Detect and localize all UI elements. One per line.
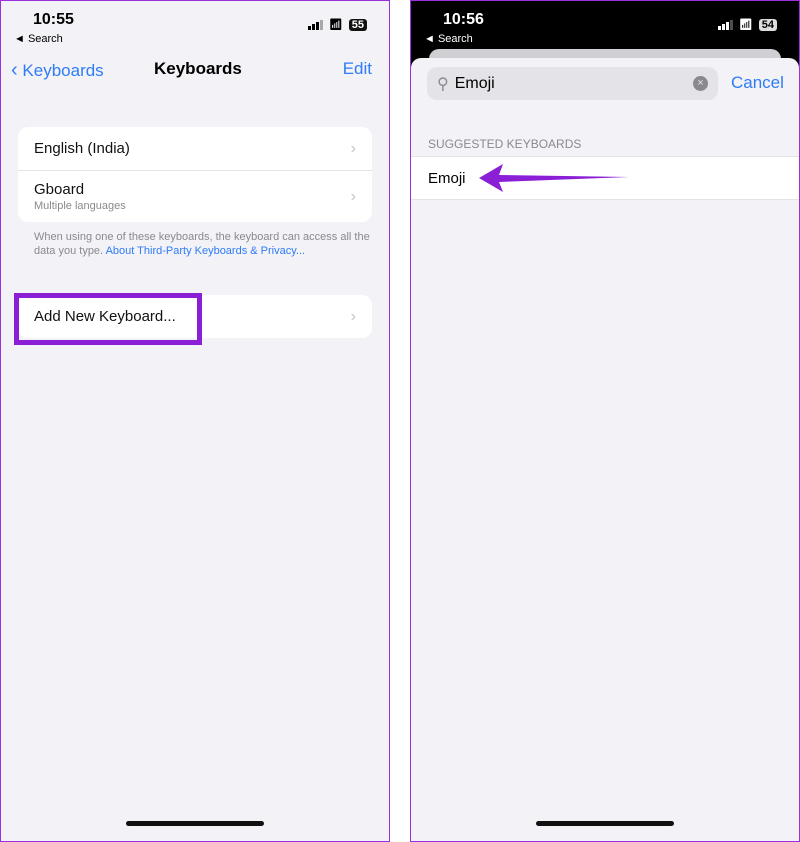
left-screen: 10:55 ◄ Search 📶︎ 55 ‹ Keyboards Keyboar… [0, 0, 390, 842]
battery-icon: 55 [348, 18, 367, 31]
wifi-icon: 📶︎ [738, 19, 753, 31]
keyboard-item-gboard[interactable]: Gboard Multiple languages › [18, 171, 372, 222]
privacy-footnote: When using one of these keyboards, the k… [34, 230, 381, 258]
cancel-button[interactable]: Cancel [731, 73, 784, 93]
signal-icon [307, 19, 323, 30]
page-title: Keyboards [154, 59, 242, 78]
status-time: 10:56 [443, 11, 484, 28]
battery-icon: 54 [758, 18, 777, 31]
keyboard-label: English (India) [34, 140, 130, 157]
keyboard-item-english[interactable]: English (India) › [18, 127, 372, 171]
signal-icon [717, 19, 733, 30]
back-to-search[interactable]: ◄ Search [14, 33, 63, 45]
wifi-icon: 📶︎ [328, 19, 343, 31]
keyboard-sublabel: Multiple languages [34, 200, 126, 212]
status-icons: 📶︎ 55 [307, 18, 367, 31]
keyboards-list: English (India) › Gboard Multiple language… [18, 127, 372, 222]
chevron-right-icon: › [350, 187, 356, 205]
chevron-left-icon: ‹ [11, 59, 18, 81]
status-icons: 📶︎ 54 [717, 18, 777, 31]
search-icon: ⚲ [437, 75, 449, 93]
chevron-right-icon: › [350, 307, 356, 325]
home-indicator [536, 821, 674, 826]
keyboard-label: Gboard [34, 181, 85, 198]
home-indicator [126, 821, 264, 826]
suggestion-label: Emoji [428, 169, 466, 187]
section-header: SUGGESTED KEYBOARDS [428, 137, 582, 151]
search-field[interactable]: ⚲ Emoji × [427, 67, 718, 100]
clear-icon[interactable]: × [693, 76, 708, 91]
back-button[interactable]: ‹ Keyboards [11, 59, 104, 82]
back-to-search[interactable]: ◄ Search [424, 33, 473, 45]
search-sheet: ⚲ Emoji × Cancel SUGGESTED KEYBOARDS Emo… [411, 58, 799, 841]
highlight-box [14, 293, 202, 345]
arrow-annotation-icon [479, 164, 629, 192]
back-label: Keyboards [22, 61, 104, 80]
right-screen: 10:56 ◄ Search 📶︎ 54 ⚲ Emoji × Cancel SU… [410, 0, 800, 842]
status-time: 10:55 [33, 11, 74, 28]
edit-button[interactable]: Edit [343, 59, 372, 79]
search-value: Emoji [454, 74, 495, 92]
privacy-link[interactable]: About Third-Party Keyboards & Privacy... [106, 245, 306, 257]
chevron-right-icon: › [350, 139, 356, 157]
